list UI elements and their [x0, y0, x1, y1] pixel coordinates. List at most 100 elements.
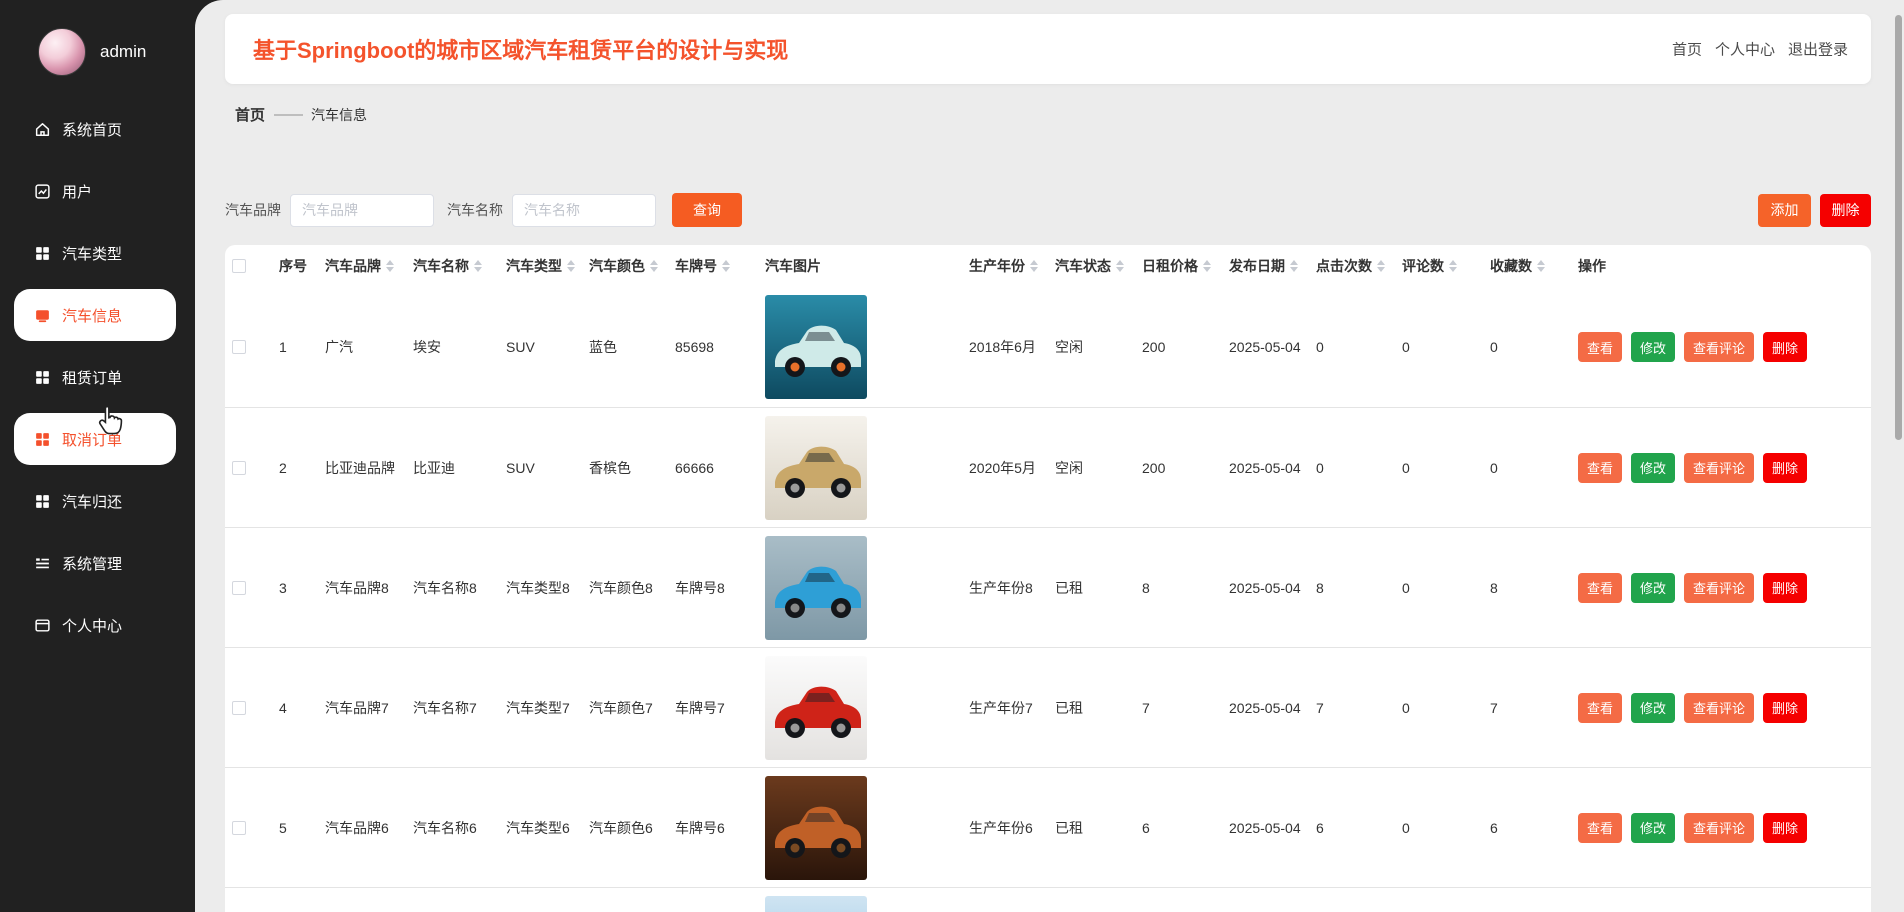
sort-caret[interactable] — [1449, 260, 1457, 272]
delete-row-button[interactable]: 删除 — [1763, 813, 1807, 843]
delete-row-button[interactable]: 删除 — [1763, 693, 1807, 723]
name-input[interactable] — [512, 194, 656, 227]
breadcrumb-current: 汽车信息 — [311, 105, 367, 125]
cell-name: 汽车名称8 — [413, 578, 477, 598]
add-button[interactable]: 添加 — [1758, 194, 1811, 227]
brand-input[interactable] — [290, 194, 434, 227]
sort-caret[interactable] — [1203, 260, 1211, 272]
cell-year: 2018年6月 — [969, 337, 1036, 357]
sort-caret[interactable] — [1030, 260, 1038, 272]
query-button[interactable]: 查询 — [672, 193, 742, 227]
header-card: 基于Springboot的城市区域汽车租赁平台的设计与实现 首页个人中心退出登录 — [225, 14, 1871, 84]
sort-caret[interactable] — [1377, 260, 1385, 272]
sidebar-item-rental-orders[interactable]: 租赁订单 — [14, 351, 176, 403]
scrollbar[interactable] — [1895, 15, 1902, 440]
view-comments-button[interactable]: 查看评论 — [1684, 693, 1754, 723]
breadcrumb-home[interactable]: 首页 — [235, 104, 265, 125]
row-checkbox[interactable] — [232, 340, 246, 354]
sort-caret[interactable] — [474, 260, 482, 272]
user-profile: admin — [38, 28, 146, 76]
car-image[interactable] — [765, 776, 867, 880]
cell-color: 香槟色 — [589, 458, 631, 478]
sidebar-item-label: 汽车信息 — [62, 305, 122, 326]
row-checkbox[interactable] — [232, 821, 246, 835]
edit-button[interactable]: 修改 — [1631, 453, 1675, 483]
sidebar-item-label: 取消订单 — [62, 429, 122, 450]
sidebar-item-car-types[interactable]: 汽车类型 — [14, 227, 176, 279]
row-checkbox[interactable] — [232, 701, 246, 715]
view-button[interactable]: 查看 — [1578, 453, 1622, 483]
view-comments-button[interactable]: 查看评论 — [1684, 573, 1754, 603]
col-header-comments: 评论数 — [1402, 256, 1457, 276]
cell-favorites: 0 — [1490, 339, 1498, 355]
sidebar-item-home[interactable]: 系统首页 — [14, 103, 176, 155]
view-button[interactable]: 查看 — [1578, 693, 1622, 723]
breadcrumb: 首页 —— 汽车信息 — [235, 104, 367, 125]
edit-button[interactable]: 修改 — [1631, 693, 1675, 723]
avatar — [38, 28, 86, 76]
cell-comments: 0 — [1402, 580, 1410, 596]
car-image[interactable] — [765, 536, 867, 640]
view-comments-button[interactable]: 查看评论 — [1684, 332, 1754, 362]
sort-caret[interactable] — [567, 260, 575, 272]
row-checkbox[interactable] — [232, 461, 246, 475]
sort-caret[interactable] — [722, 260, 730, 272]
col-header-type: 汽车类型 — [506, 256, 575, 276]
cell-name: 埃安 — [413, 337, 441, 357]
col-header-label: 汽车名称 — [413, 256, 469, 276]
sort-caret[interactable] — [1537, 260, 1545, 272]
view-button[interactable]: 查看 — [1578, 573, 1622, 603]
sidebar-item-users[interactable]: 用户 — [14, 165, 176, 217]
view-button[interactable]: 查看 — [1578, 813, 1622, 843]
col-header-label: 日租价格 — [1142, 256, 1198, 276]
cell-comments: 0 — [1402, 339, 1410, 355]
car-image[interactable] — [765, 416, 867, 520]
cell-type: SUV — [506, 460, 535, 476]
col-header-label: 生产年份 — [969, 256, 1025, 276]
car-image[interactable] — [765, 656, 867, 760]
sort-caret[interactable] — [650, 260, 658, 272]
view-comments-button[interactable]: 查看评论 — [1684, 453, 1754, 483]
cell-status: 已租 — [1055, 818, 1083, 838]
view-button[interactable]: 查看 — [1578, 332, 1622, 362]
select-all-checkbox[interactable] — [232, 259, 246, 273]
sidebar-item-system[interactable]: 系统管理 — [14, 537, 176, 589]
main-content: 基于Springboot的城市区域汽车租赁平台的设计与实现 首页个人中心退出登录… — [195, 0, 1904, 912]
cell-date: 2025-05-04 — [1229, 820, 1301, 836]
top-link-logout[interactable]: 退出登录 — [1788, 39, 1848, 60]
cell-date: 2025-05-04 — [1229, 700, 1301, 716]
sort-caret[interactable] — [1116, 260, 1124, 272]
delete-row-button[interactable]: 删除 — [1763, 573, 1807, 603]
row-actions: 查看修改查看评论删除 — [1578, 453, 1807, 483]
col-header-label: 汽车颜色 — [589, 256, 645, 276]
car-image[interactable] — [765, 295, 867, 399]
row-actions: 查看修改查看评论删除 — [1578, 813, 1807, 843]
cell-name: 比亚迪 — [413, 458, 455, 478]
row-checkbox[interactable] — [232, 581, 246, 595]
cell-color: 汽车颜色8 — [589, 578, 653, 598]
brand-label: 汽车品牌 — [225, 200, 281, 220]
car-image[interactable] — [765, 896, 867, 912]
cell-plate: 66666 — [675, 460, 714, 476]
window-icon — [34, 617, 51, 634]
sort-caret[interactable] — [386, 260, 394, 272]
sidebar-item-personal[interactable]: 个人中心 — [14, 599, 176, 651]
sidebar-item-label: 用户 — [62, 181, 92, 202]
delete-row-button[interactable]: 删除 — [1763, 453, 1807, 483]
sidebar-item-cancel-orders[interactable]: 取消订单 — [14, 413, 176, 465]
sidebar-item-car-returns[interactable]: 汽车归还 — [14, 475, 176, 527]
edit-button[interactable]: 修改 — [1631, 332, 1675, 362]
sort-caret[interactable] — [1290, 260, 1298, 272]
cell-plate: 车牌号8 — [675, 578, 725, 598]
edit-button[interactable]: 修改 — [1631, 573, 1675, 603]
top-link-profile[interactable]: 个人中心 — [1715, 39, 1775, 60]
view-comments-button[interactable]: 查看评论 — [1684, 813, 1754, 843]
sidebar-item-car-info[interactable]: 汽车信息 — [14, 289, 176, 341]
filter-bar: 汽车品牌 汽车名称 查询 添加 删除 — [225, 193, 1871, 227]
cell-clicks: 8 — [1316, 580, 1324, 596]
edit-button[interactable]: 修改 — [1631, 813, 1675, 843]
top-link-home[interactable]: 首页 — [1672, 39, 1702, 60]
table-row — [225, 887, 1871, 912]
delete-button[interactable]: 删除 — [1820, 194, 1871, 227]
delete-row-button[interactable]: 删除 — [1763, 332, 1807, 362]
